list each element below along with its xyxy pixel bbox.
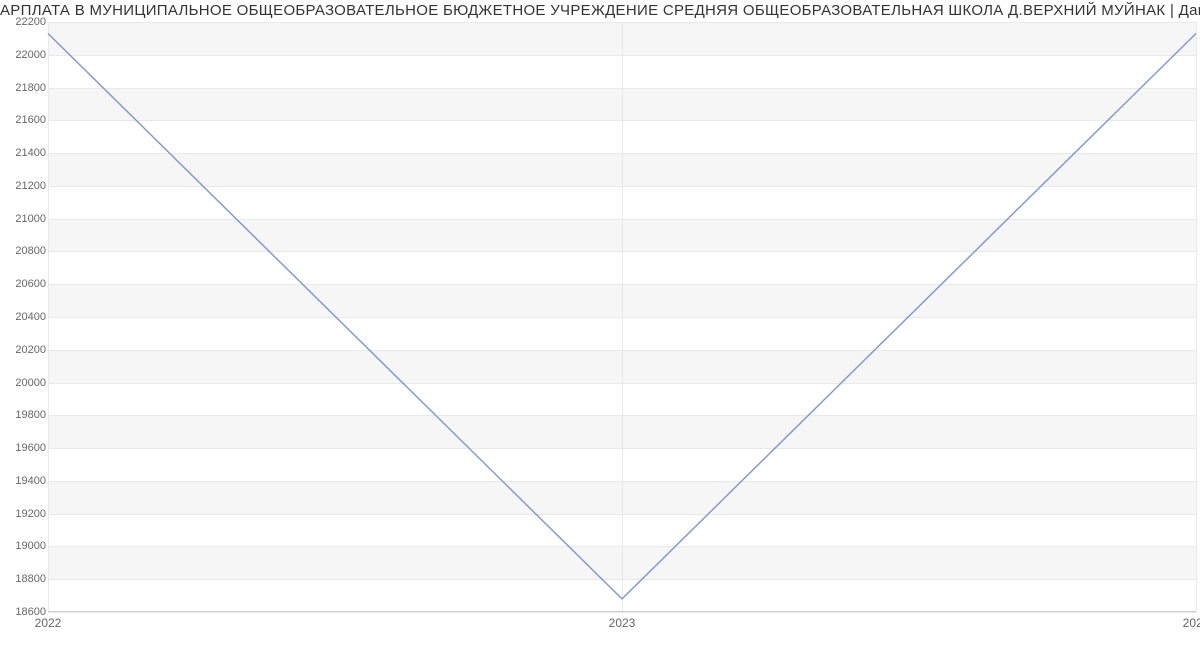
- y-tick-label: 20600: [15, 278, 46, 290]
- plot-area: [48, 22, 1196, 612]
- y-tick-label: 21800: [15, 82, 46, 94]
- y-tick-label: 21000: [15, 213, 46, 225]
- x-tick-label: 2024: [1183, 616, 1200, 630]
- y-tick-label: 19000: [15, 540, 46, 552]
- y-tick-label: 21200: [15, 180, 46, 192]
- vgrid-line: [1196, 22, 1197, 612]
- y-tick-label: 22000: [15, 49, 46, 61]
- x-tick-label: 2022: [35, 616, 62, 630]
- y-tick-label: 21600: [15, 114, 46, 126]
- x-tick-label: 2023: [609, 616, 636, 630]
- y-tick-label: 18800: [15, 573, 46, 585]
- chart-container: АРПЛАТА В МУНИЦИПАЛЬНОЕ ОБЩЕОБРАЗОВАТЕЛЬ…: [0, 0, 1200, 650]
- y-tick-label: 19800: [15, 409, 46, 421]
- y-tick-label: 19200: [15, 508, 46, 520]
- y-tick-label: 20200: [15, 344, 46, 356]
- y-tick-label: 19400: [15, 475, 46, 487]
- y-tick-label: 22200: [15, 16, 46, 28]
- y-tick-label: 20400: [15, 311, 46, 323]
- line-svg: [48, 22, 1196, 612]
- y-tick-label: 21400: [15, 147, 46, 159]
- y-tick-label: 20800: [15, 245, 46, 257]
- y-tick-label: 20000: [15, 377, 46, 389]
- series-line: [48, 33, 1196, 598]
- y-tick-label: 19600: [15, 442, 46, 454]
- chart-title: АРПЛАТА В МУНИЦИПАЛЬНОЕ ОБЩЕОБРАЗОВАТЕЛЬ…: [0, 2, 1200, 19]
- grid-line: [48, 612, 1196, 613]
